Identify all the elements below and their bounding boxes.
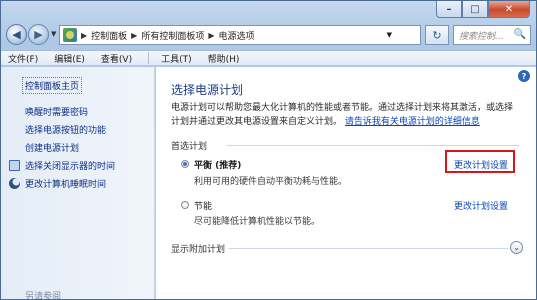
sidebar-item-home[interactable]: 控制面板主页 <box>22 77 83 94</box>
back-button[interactable]: ◀ <box>6 24 27 45</box>
search-input[interactable]: 搜索控制... 🔍 <box>453 25 531 45</box>
highlight-annotation <box>445 150 515 173</box>
see-also-heading: 另请参阅 <box>25 292 62 300</box>
sidebar-item-wake-password[interactable]: 唤醒时需要密码 <box>25 105 88 118</box>
moon-icon <box>9 178 20 189</box>
breadcrumb-control-panel[interactable]: 控制面板 <box>91 29 127 42</box>
menu-view[interactable]: 查看(V) <box>101 52 132 65</box>
sidebar-item-sleep-time[interactable]: 更改计算机睡眠时间 <box>25 177 106 190</box>
divider <box>226 145 519 146</box>
power-plan-info-link[interactable]: 请告诉我有关电源计划的详细信息 <box>345 117 480 127</box>
chevron-right-icon[interactable]: ▶ <box>208 31 214 40</box>
address-row: ◀ ▶ ▼ ▶ 控制面板 ▶ 所有控制面板项 ▶ 电源选项 ▼ ↻ 搜索控制..… <box>1 22 536 48</box>
breadcrumb-all-items[interactable]: 所有控制面板项 <box>141 29 204 42</box>
page-title: 选择电源计划 <box>171 83 244 97</box>
expand-icon[interactable]: ⌄ <box>510 241 523 254</box>
chevron-right-icon[interactable]: ▶ <box>81 31 87 40</box>
plan-power-saver-radio[interactable] <box>181 201 189 209</box>
close-button[interactable]: ✕ <box>488 1 530 18</box>
refresh-button[interactable]: ↻ <box>425 25 449 45</box>
window-controls: – □ ✕ <box>436 1 530 18</box>
plan-balanced-radio[interactable] <box>181 160 189 168</box>
breadcrumb-power-options[interactable]: 电源选项 <box>219 29 255 42</box>
address-dropdown-icon[interactable]: ▼ <box>387 31 392 39</box>
plan-power-saver-desc: 尽可能降低计算机性能以节能。 <box>194 217 321 227</box>
show-more-plans[interactable]: 显示附加计划 <box>171 242 225 255</box>
chevron-right-icon[interactable]: ▶ <box>131 31 137 40</box>
minimize-button[interactable]: – <box>436 1 462 18</box>
sidebar-item-power-button[interactable]: 选择电源按钮的功能 <box>25 123 106 136</box>
main-content: ? 选择电源计划 电源计划可以帮助您最大化计算机的性能或者节能。通过选择计划来将… <box>156 67 536 299</box>
menu-file[interactable]: 文件(F) <box>8 52 38 65</box>
menu-divider <box>148 52 150 64</box>
help-icon[interactable]: ? <box>518 70 530 82</box>
preferred-plans-heading: 首选计划 <box>171 142 208 152</box>
sidebar-item-display-off[interactable]: 选择关闭显示器的时间 <box>25 159 115 172</box>
plan-balanced-name[interactable]: 平衡 (推荐) <box>194 158 241 171</box>
change-plan-settings-link[interactable]: 更改计划设置 <box>454 199 508 212</box>
menu-edit[interactable]: 编辑(E) <box>54 52 85 65</box>
search-icon[interactable]: 🔍 <box>514 29 526 40</box>
intro-text: 电源计划可以帮助您最大化计算机的性能或者节能。通过选择计划来将其激活，或选择计划… <box>171 101 521 129</box>
forward-button[interactable]: ▶ <box>28 24 49 45</box>
sidebar-item-create-plan[interactable]: 创建电源计划 <box>25 141 79 154</box>
maximize-button[interactable]: □ <box>462 1 488 18</box>
history-dropdown-icon[interactable]: ▼ <box>51 30 56 38</box>
control-panel-icon <box>63 28 77 42</box>
address-bar[interactable]: ▶ 控制面板 ▶ 所有控制面板项 ▶ 电源选项 ▼ <box>59 25 421 45</box>
menu-help[interactable]: 帮助(H) <box>208 52 240 65</box>
power-options-window: – □ ✕ ◀ ▶ ▼ ▶ 控制面板 ▶ 所有控制面板项 ▶ 电源选项 ▼ ↻ … <box>0 0 537 300</box>
plan-power-saver-name[interactable]: 节能 <box>194 199 212 212</box>
monitor-icon <box>9 160 20 171</box>
menu-tools[interactable]: 工具(T) <box>161 52 192 65</box>
plan-balanced-desc: 利用可用的硬件自动平衡功耗与性能。 <box>194 177 348 187</box>
sidebar: 控制面板主页 唤醒时需要密码 选择电源按钮的功能 创建电源计划 选择关闭显示器的… <box>1 67 155 300</box>
menu-bar: 文件(F) 编辑(E) 查看(V) 工具(T) 帮助(H) <box>1 50 536 66</box>
divider <box>228 248 508 249</box>
search-placeholder: 搜索控制... <box>459 31 504 42</box>
